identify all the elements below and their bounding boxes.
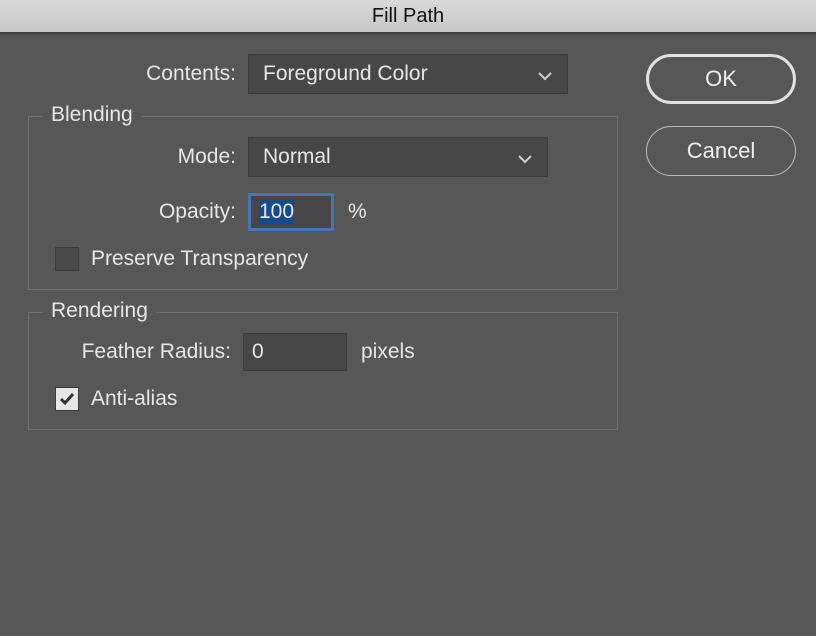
checkbox-icon xyxy=(55,387,79,411)
mode-row: Mode: Normal xyxy=(43,137,603,177)
opacity-label: Opacity: xyxy=(43,200,248,224)
feather-unit: pixels xyxy=(361,340,415,364)
mode-dropdown-value: Normal xyxy=(263,145,517,169)
ok-button[interactable]: OK xyxy=(646,54,796,104)
contents-row: Contents: Foreground Color xyxy=(28,54,618,94)
opacity-input[interactable] xyxy=(248,193,334,231)
contents-dropdown-value: Foreground Color xyxy=(263,62,537,86)
feather-row: Feather Radius: pixels xyxy=(43,333,603,371)
cancel-button[interactable]: Cancel xyxy=(646,126,796,176)
opacity-row: Opacity: % xyxy=(43,193,603,231)
chevron-down-icon xyxy=(517,149,533,165)
feather-label: Feather Radius: xyxy=(43,340,243,364)
checkbox-icon xyxy=(55,247,79,271)
anti-alias-label: Anti-alias xyxy=(91,387,177,411)
feather-radius-input[interactable] xyxy=(243,333,347,371)
anti-alias-checkbox[interactable]: Anti-alias xyxy=(55,387,603,411)
chevron-down-icon xyxy=(537,66,553,82)
opacity-unit: % xyxy=(348,200,367,224)
main-column: Contents: Foreground Color Blending Mode… xyxy=(28,54,618,430)
blending-group: Blending Mode: Normal Opacity: % xyxy=(28,116,618,290)
contents-dropdown[interactable]: Foreground Color xyxy=(248,54,568,94)
preserve-transparency-checkbox[interactable]: Preserve Transparency xyxy=(55,247,603,271)
rendering-group-title: Rendering xyxy=(43,299,156,323)
blending-group-title: Blending xyxy=(43,103,141,127)
mode-label: Mode: xyxy=(43,145,248,169)
rendering-group: Rendering Feather Radius: pixels Anti-al… xyxy=(28,312,618,430)
dialog-body: Contents: Foreground Color Blending Mode… xyxy=(0,36,816,636)
dialog-title: Fill Path xyxy=(0,0,816,32)
mode-dropdown[interactable]: Normal xyxy=(248,137,548,177)
contents-label: Contents: xyxy=(28,62,248,86)
side-column: OK Cancel xyxy=(646,54,796,198)
preserve-transparency-label: Preserve Transparency xyxy=(91,247,308,271)
